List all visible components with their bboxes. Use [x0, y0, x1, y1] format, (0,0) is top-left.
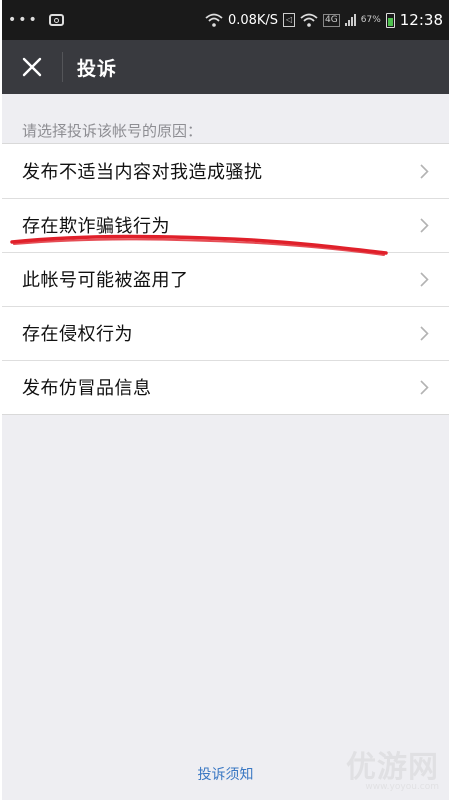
network-type: 4G	[323, 13, 340, 27]
site-watermark: 优游网 www.yoyou.com	[346, 742, 439, 792]
title-divider	[62, 52, 63, 82]
battery-icon	[385, 12, 395, 28]
reason-item-stolen-account[interactable]: 此帐号可能被盗用了	[2, 252, 449, 306]
camera-icon	[48, 14, 64, 26]
reason-item-harassment[interactable]: 发布不适当内容对我造成骚扰	[2, 144, 449, 198]
wifi-icon-2	[300, 13, 318, 27]
app-screen: ••• 0.08K/S ◁ 4G 67% 12:38 投诉 请选择投诉该帐号的原…	[2, 0, 449, 800]
reason-label: 存在侵权行为	[22, 324, 133, 345]
chevron-right-icon	[420, 380, 429, 395]
chevron-right-icon	[420, 326, 429, 341]
battery-percent: 67%	[360, 15, 381, 25]
wifi-icon	[205, 13, 223, 27]
close-icon	[22, 57, 42, 77]
chevron-right-icon	[420, 218, 429, 233]
close-button[interactable]	[10, 40, 54, 94]
reason-label: 此帐号可能被盗用了	[22, 270, 189, 291]
section-header: 请选择投诉该帐号的原因：	[22, 122, 203, 140]
clock: 12:38	[399, 11, 443, 29]
reason-item-infringement[interactable]: 存在侵权行为	[2, 306, 449, 360]
mute-icon: ◁	[283, 13, 296, 27]
page-title: 投诉	[77, 57, 118, 80]
chevron-right-icon	[420, 272, 429, 287]
watermark-text: 优游网	[346, 750, 439, 785]
chevron-right-icon	[420, 164, 429, 179]
reason-list: 发布不适当内容对我造成骚扰 存在欺诈骗钱行为 此帐号可能被盗用了 存在侵权行为 …	[2, 143, 449, 415]
title-bar: 投诉	[2, 40, 449, 94]
reason-label: 发布不适当内容对我造成骚扰	[22, 162, 263, 183]
status-bar: ••• 0.08K/S ◁ 4G 67% 12:38	[2, 0, 449, 40]
reason-item-fraud[interactable]: 存在欺诈骗钱行为	[2, 198, 449, 252]
signal-icon	[344, 14, 356, 26]
reason-label: 存在欺诈骗钱行为	[22, 216, 170, 237]
network-speed: 0.08K/S	[227, 12, 279, 28]
reason-label: 发布仿冒品信息	[22, 378, 152, 399]
reason-item-counterfeit[interactable]: 发布仿冒品信息	[2, 360, 449, 414]
more-notifications-icon: •••	[8, 12, 39, 28]
